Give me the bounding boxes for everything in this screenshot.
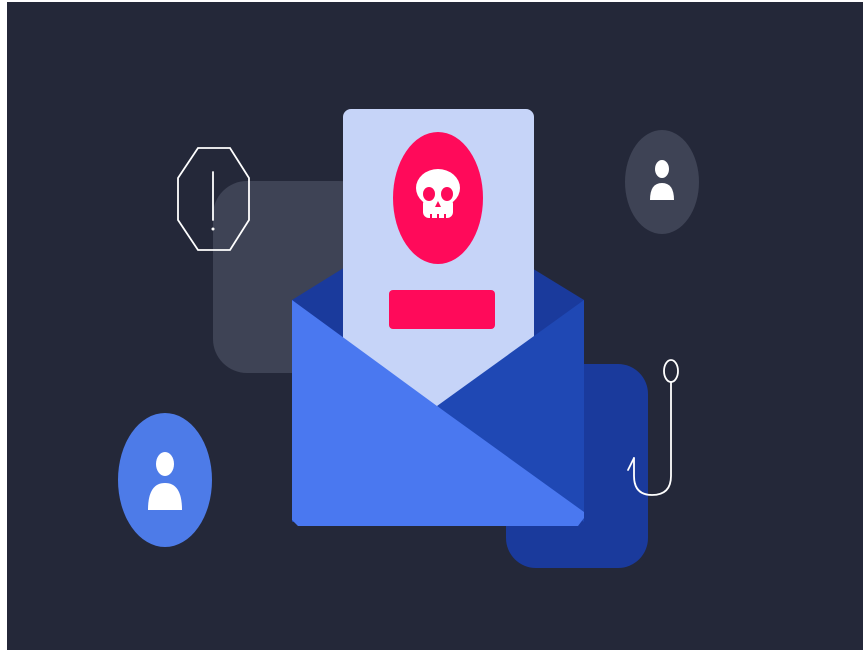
illustration-canvas [7, 2, 863, 650]
user-avatar-grey [625, 130, 699, 234]
letter-red-bar [389, 290, 495, 329]
phishing-illustration [7, 2, 863, 650]
user-avatar-blue [118, 413, 212, 547]
skull-badge [393, 132, 483, 264]
